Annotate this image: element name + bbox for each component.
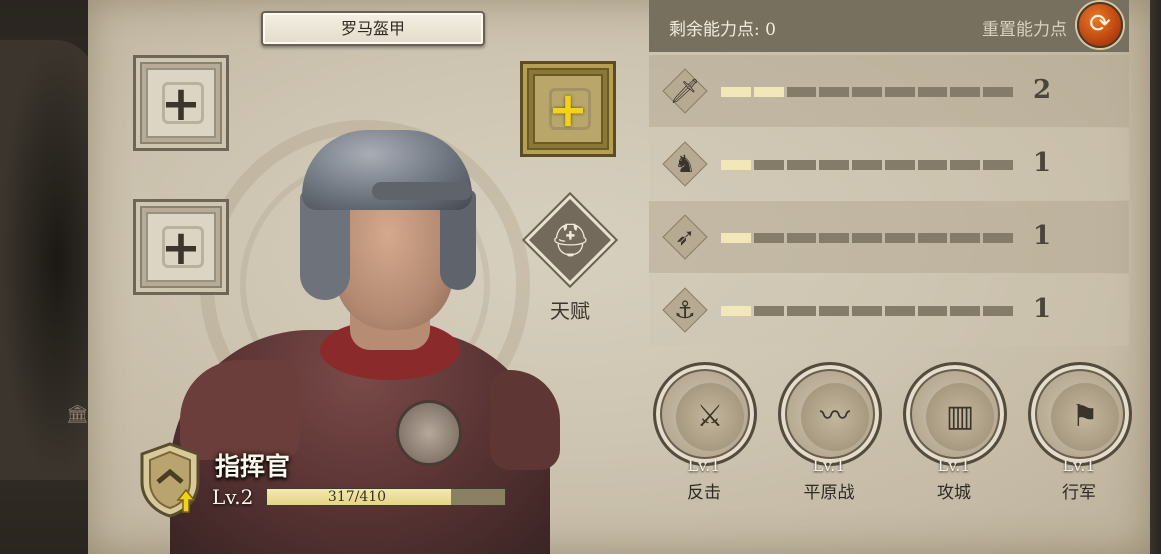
stat-segment <box>852 160 882 170</box>
stat-value: 2 <box>1033 75 1052 105</box>
points-header: 剩余能力点: 0 重置能力点 ⟳ <box>649 0 1129 52</box>
stat-segment <box>983 233 1014 243</box>
siege-icon: ▥ <box>926 383 994 451</box>
stat-segment <box>950 306 981 316</box>
skill-name: 平原战 <box>803 483 855 503</box>
stat-segment <box>917 160 948 170</box>
stat-segment <box>721 160 751 170</box>
stat-segment <box>786 160 817 170</box>
refresh-icon: ⟳ <box>1089 9 1111 39</box>
building-icon: 🏛 <box>66 404 89 425</box>
xp-text: 317/410 <box>327 489 387 505</box>
stat-segment <box>983 306 1014 316</box>
commander-level: Lv.2 <box>212 485 254 509</box>
stat-segment <box>884 233 915 243</box>
skill-level: Lv.1 <box>687 456 721 475</box>
counterattack-icon: ⚔ <box>676 383 744 451</box>
skill-level: Lv.1 <box>812 456 846 475</box>
crossbow-icon: ➶ <box>661 213 709 261</box>
stat-segment <box>884 87 915 97</box>
stat-segment <box>753 306 784 316</box>
stat-value: 1 <box>1033 148 1052 178</box>
remaining-points: 剩余能力点: 0 <box>669 20 776 40</box>
portrait-medallion <box>396 400 462 466</box>
skill-level: Lv.1 <box>1062 456 1096 475</box>
stat-segment <box>950 233 981 243</box>
stat-segment <box>721 87 751 97</box>
plus-icon: + <box>160 76 202 132</box>
stat-segment <box>950 160 981 170</box>
skill-4[interactable]: ⚑ Lv.1 行军 <box>1026 362 1132 503</box>
skill-3[interactable]: ▥ Lv.1 攻城 <box>901 362 1007 503</box>
portrait-shoulder-right <box>490 370 560 470</box>
stat-segment <box>753 233 784 243</box>
stat-segment <box>884 160 915 170</box>
skill-name: 攻城 <box>937 483 971 503</box>
stat-value: 1 <box>1033 294 1052 324</box>
rank-shield-icon <box>140 442 200 518</box>
stat-segment <box>852 233 882 243</box>
background-edge <box>1149 0 1161 554</box>
stat-segment <box>950 87 981 97</box>
stat-row[interactable]: ♞ 1 <box>649 128 1129 200</box>
reset-points-button[interactable]: ⟳ <box>1077 2 1123 48</box>
portrait-helmet-brim <box>372 182 472 200</box>
stat-segment <box>917 233 948 243</box>
stat-segment <box>753 87 784 97</box>
stat-segment <box>917 87 948 97</box>
stat-segment <box>721 233 751 243</box>
stat-segment <box>819 306 850 316</box>
anchor-icon: ⚓ <box>661 286 709 334</box>
sword-icon: 🗡 <box>661 67 709 115</box>
stat-segment <box>819 87 850 97</box>
stat-row[interactable]: ➶ 1 <box>649 201 1129 273</box>
march-icon: ⚑ <box>1051 383 1119 451</box>
stat-segment <box>786 233 817 243</box>
stat-progress-bar <box>721 87 1014 97</box>
stat-segment <box>852 306 882 316</box>
skill-medallion: ▥ <box>903 362 1007 466</box>
stat-segment <box>819 160 850 170</box>
stat-segment <box>852 87 882 97</box>
skill-level: Lv.1 <box>937 456 971 475</box>
stat-segment <box>753 160 784 170</box>
skill-2[interactable]: 〰 Lv.1 平原战 <box>776 362 882 503</box>
skill-medallion: ⚔ <box>653 362 757 466</box>
stat-segment <box>786 306 817 316</box>
stat-segment <box>917 306 948 316</box>
commander-name: 指挥官 <box>215 452 291 481</box>
stat-value: 1 <box>1033 221 1052 251</box>
stat-progress-bar <box>721 233 1014 243</box>
skill-1[interactable]: ⚔ Lv.1 反击 <box>651 362 757 503</box>
skill-medallion: 〰 <box>778 362 882 466</box>
xp-bar: 317/410 <box>266 488 506 506</box>
stat-segment <box>884 306 915 316</box>
armor-title[interactable]: 罗马盔甲 <box>261 11 485 46</box>
horse-icon: ♞ <box>661 140 709 188</box>
skill-name: 反击 <box>687 483 721 503</box>
stat-segment <box>786 87 817 97</box>
stat-segment <box>983 87 1014 97</box>
stat-progress-bar <box>721 160 1014 170</box>
stat-row[interactable]: 🗡 2 <box>649 55 1129 127</box>
slot-frame: + <box>146 68 216 138</box>
stat-segment <box>819 233 850 243</box>
skill-medallion: ⚑ <box>1028 362 1132 466</box>
stat-segment <box>721 306 751 316</box>
stat-row[interactable]: ⚓ 1 <box>649 274 1129 346</box>
stat-segment <box>983 160 1014 170</box>
skill-name: 行军 <box>1062 483 1096 503</box>
reset-points-label[interactable]: 重置能力点 <box>982 15 1067 40</box>
plains-battle-icon: 〰 <box>801 383 869 451</box>
stat-progress-bar <box>721 306 1014 316</box>
